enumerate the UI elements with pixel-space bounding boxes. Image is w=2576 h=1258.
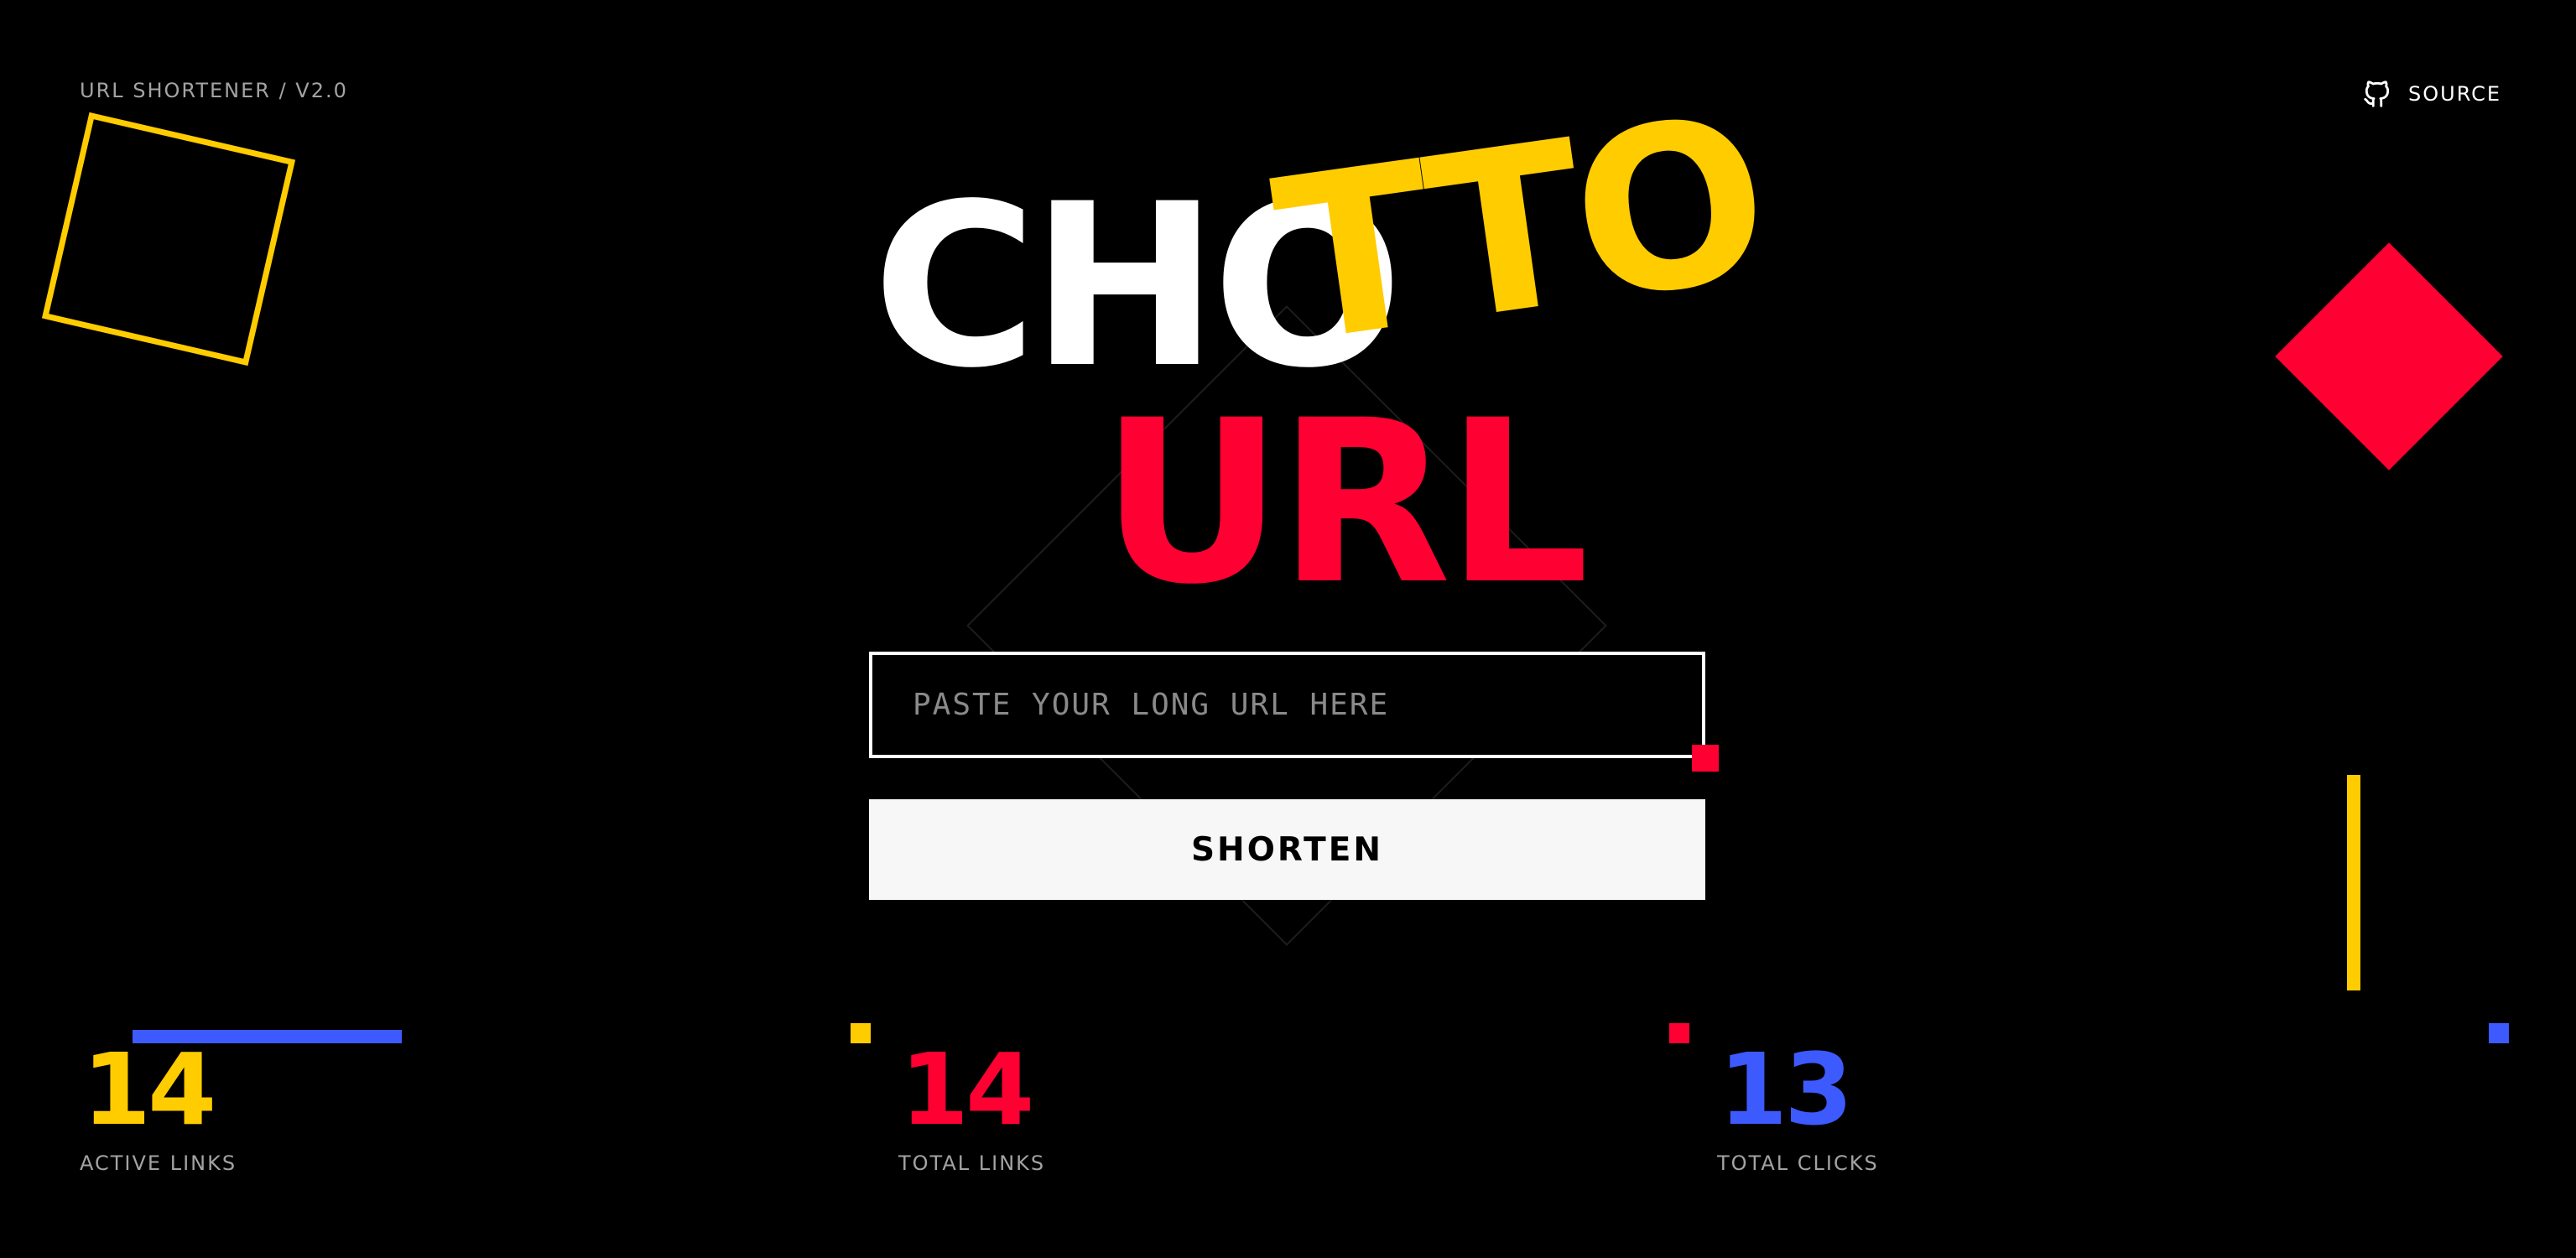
yellow-vertical-bar-decoration (2347, 775, 2360, 990)
blue-dot-decoration (2489, 1023, 2509, 1043)
stat-value-total-clicks: 13 (1719, 1032, 1853, 1147)
yellow-square-outline-decoration (41, 112, 296, 366)
stat-label-active-links: ACTIVE LINKS (80, 1151, 237, 1175)
stat-label-total-clicks: TOTAL CLICKS (1717, 1151, 1879, 1175)
red-diamond-decoration (2275, 242, 2503, 470)
source-label: SOURCE (2408, 82, 2502, 106)
stat-label-total-links: TOTAL LINKS (898, 1151, 1046, 1175)
yellow-dot-decoration (851, 1023, 871, 1043)
url-input[interactable] (869, 652, 1705, 758)
brand-tag: URL SHORTENER / V2.0 (80, 79, 348, 102)
stat-value-active-links: 14 (82, 1032, 216, 1147)
input-corner-accent (1692, 745, 1719, 772)
github-icon (2364, 81, 2390, 107)
source-link[interactable]: SOURCE (2361, 77, 2501, 111)
stat-value-total-links: 14 (900, 1032, 1034, 1147)
logo-part-tto: TTO (1262, 67, 1777, 394)
shorten-button[interactable]: SHORTEN (869, 799, 1705, 900)
red-dot-decoration (1669, 1023, 1689, 1043)
